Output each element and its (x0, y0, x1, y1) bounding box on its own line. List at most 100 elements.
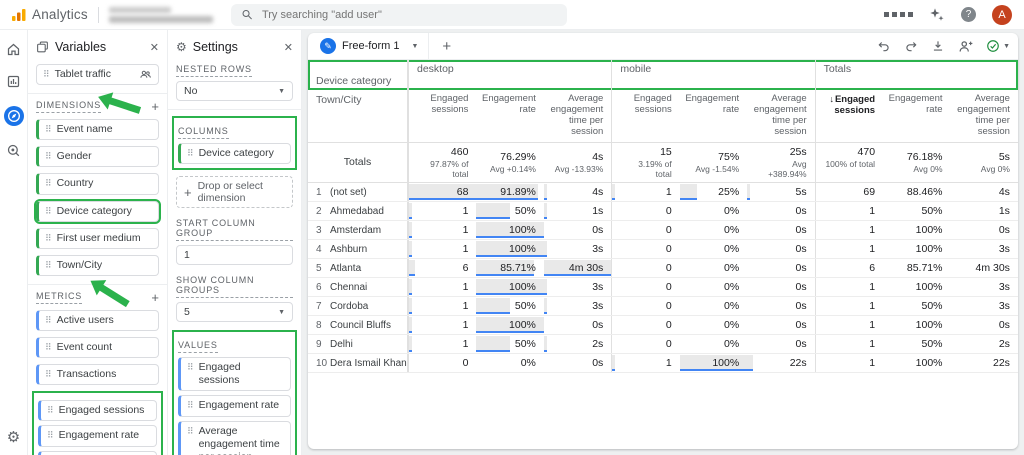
group-header-totals[interactable]: Totals (814, 60, 1018, 90)
settings-close-icon[interactable]: ✕ (284, 41, 293, 54)
totals-value: 470 (857, 145, 876, 158)
start-column-group-input[interactable]: 1 (176, 245, 293, 266)
table-row: 4 Ashburn 1 100% 3s 0 0% 0s 1 100% 3s (308, 239, 1018, 259)
table-cell: 0% (680, 335, 747, 353)
nav-rail: ⚙ (0, 30, 28, 455)
table-cell: 50% (476, 202, 543, 220)
chevron-down-icon: ▼ (278, 87, 285, 95)
dimension-chip-device-category[interactable]: ⠿ Device category (34, 198, 161, 224)
cell-value: 0s (592, 356, 604, 369)
cell-value: 100% (509, 223, 536, 236)
cell-value: 0 (665, 261, 672, 274)
drag-handle-icon: ⠿ (45, 124, 52, 135)
dimension-chip-first-user-medium[interactable]: ⠿ First user medium (36, 227, 159, 249)
table-cell: 68 (408, 182, 477, 201)
segment-chip-tablet-traffic[interactable]: ⠿ Tablet traffic (36, 64, 159, 86)
metric-chip-transactions[interactable]: ⠿ Transactions (36, 364, 159, 386)
columns-chip-device-category[interactable]: ⠿ Device category (178, 143, 291, 165)
metric-chip-event-count[interactable]: ⠿ Event count (36, 337, 159, 359)
dimension-chip-town-city[interactable]: ⠿ Town/City (36, 254, 159, 276)
metric-chip-engaged-sessions[interactable]: ⠿ Engaged sessions (38, 400, 157, 422)
metric-header[interactable]: ↓Engaged sessions (814, 90, 883, 142)
metric-header[interactable]: Average engagement time per session (747, 90, 814, 142)
bar-fill (747, 183, 751, 198)
add-dimension-button[interactable]: + (151, 100, 159, 113)
metric-chip-active-users[interactable]: ⠿ Active users (36, 309, 159, 331)
cell-value: 1s (998, 204, 1010, 217)
cell-value: 0 (462, 356, 469, 369)
metric-header[interactable]: Engagement rate (680, 90, 747, 142)
values-chip-engagement-rate[interactable]: ⠿ Engagement rate (178, 395, 291, 417)
show-column-groups-select[interactable]: 5 ▼ (176, 302, 293, 323)
nested-rows-value: No (184, 85, 198, 97)
metric-chip-engagement-rate[interactable]: ⠿ Engagement rate (38, 425, 157, 447)
table-cell: 1 (814, 239, 883, 258)
gemini-sparkle-icon[interactable] (929, 7, 945, 23)
metric-chip-average-engagement-time-per-session[interactable]: ⠿Average engagement time per session (38, 450, 157, 455)
table-cell: 0 (611, 334, 679, 353)
metric-header[interactable]: Engagement rate (476, 90, 543, 142)
search-bar[interactable] (230, 3, 567, 26)
row-city: Ashburn (330, 239, 408, 258)
bar-fill (747, 354, 753, 369)
table-cell: 1 (814, 277, 883, 296)
home-icon[interactable] (6, 42, 21, 57)
download-icon[interactable] (931, 39, 945, 53)
table-cell: 91.89% (476, 183, 543, 201)
values-chip-engaged-sessions[interactable]: ⠿ Engaged sessions (178, 357, 291, 392)
dimension-chip-country[interactable]: ⠿ Country (36, 173, 159, 195)
table-cell: 1 (814, 334, 883, 353)
analytics-logo[interactable]: Analytics (10, 7, 88, 23)
bar-underline (543, 254, 547, 257)
bar-fill (409, 316, 412, 331)
drag-handle-icon: ⠿ (43, 69, 50, 80)
dimension-chip-gender[interactable]: ⠿ Gender (36, 146, 159, 168)
metric-header[interactable]: Average engagement time per session (951, 90, 1018, 142)
add-metric-button[interactable]: + (151, 291, 159, 304)
dimension-chip-event-name[interactable]: ⠿ Event name (36, 119, 159, 141)
table-cell: 0% (680, 278, 747, 296)
cell-value: 0s (998, 223, 1010, 236)
nested-rows-select[interactable]: No ▼ (176, 81, 293, 101)
variables-title: Variables (55, 40, 107, 54)
row-rank: 2 (316, 205, 322, 217)
table-cell: 88.46% (883, 183, 950, 201)
tab-free-form-1[interactable]: ✎ Free-form 1 ▼ (314, 33, 430, 59)
row-city: Atlanta (330, 258, 408, 277)
apps-grid-icon[interactable] (884, 12, 913, 17)
totals-cell: 4s Avg -13.93% (544, 148, 611, 177)
values-chip-average-engagement-time-per-session[interactable]: ⠿ Average engagement time per session (178, 420, 291, 455)
undo-icon[interactable] (877, 39, 891, 53)
admin-gear-icon[interactable]: ⚙ (7, 430, 20, 445)
bar-underline (476, 216, 511, 219)
share-user-icon[interactable] (958, 39, 973, 54)
advertising-icon[interactable] (6, 143, 21, 158)
totals-cell: 470 100% of total (814, 142, 883, 182)
sampling-indicator[interactable]: ▼ (986, 39, 1010, 53)
avatar[interactable]: A (992, 4, 1012, 25)
columns-drop-area[interactable]: + Drop or select dimension (176, 176, 293, 209)
cell-value: 0 (665, 337, 672, 350)
table-metric-header-row: Town/City Engaged sessions Engagement rat… (308, 90, 1018, 143)
reports-icon[interactable] (6, 74, 21, 89)
group-header-mobile[interactable]: mobile (611, 60, 814, 90)
row-rank: 3 (316, 224, 322, 236)
explore-icon-active[interactable] (3, 106, 24, 126)
drag-handle-icon: ⠿ (47, 430, 54, 441)
metric-header[interactable]: Average engagement time per session (544, 90, 611, 142)
metric-header[interactable]: Engaged sessions (408, 90, 476, 142)
pencil-icon: ✎ (320, 38, 336, 54)
bar-fill (476, 297, 511, 312)
redo-icon[interactable] (904, 39, 918, 53)
cell-value: 22s (789, 356, 807, 369)
add-tab-button[interactable]: + (429, 38, 464, 55)
variables-close-icon[interactable]: ✕ (150, 41, 159, 54)
metric-header[interactable]: Engaged sessions (611, 90, 679, 142)
cell-value: 0% (724, 337, 740, 350)
variables-panel: Variables ✕ ⠿ Tablet traffic DIMENSIONS … (28, 30, 168, 455)
drag-handle-icon: ⠿ (45, 342, 52, 352)
group-header-desktop[interactable]: desktop (408, 60, 611, 90)
search-input[interactable] (261, 8, 557, 21)
metric-header[interactable]: Engagement rate (883, 90, 950, 142)
help-icon[interactable]: ? (961, 7, 976, 22)
